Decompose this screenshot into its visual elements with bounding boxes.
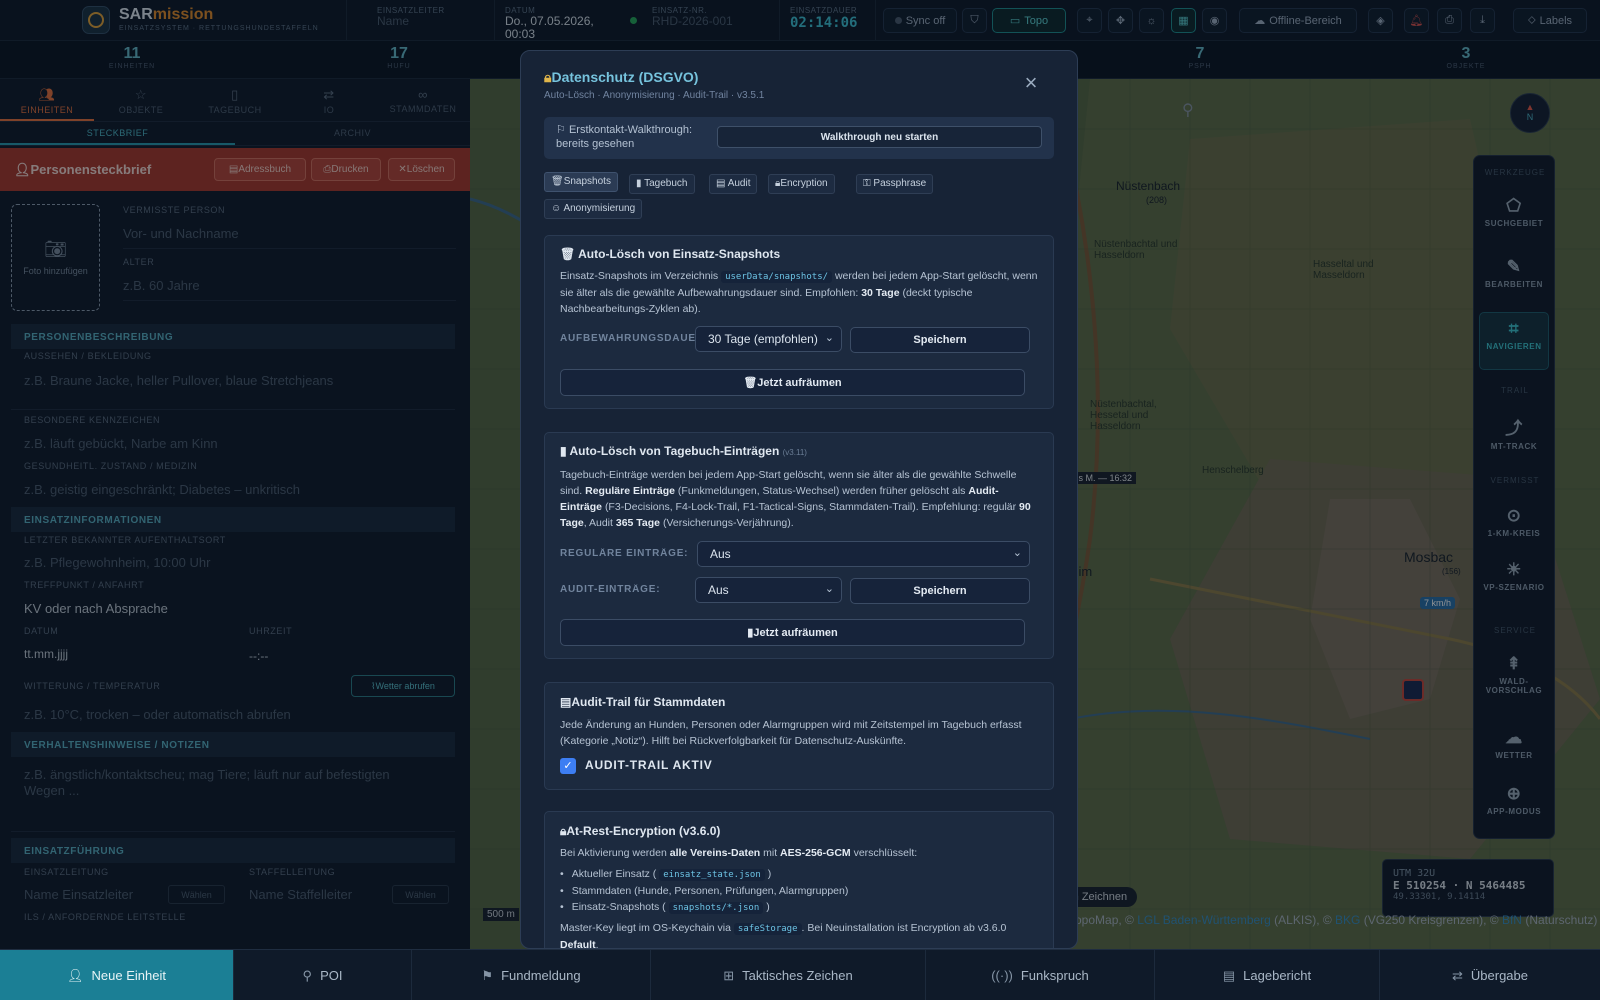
clipboard-icon: ▤ xyxy=(560,695,572,709)
field-label: AUDIT-EINTRÄGE: xyxy=(560,584,661,595)
trash-icon: 🗑︎ xyxy=(551,176,564,187)
taktisches-zeichen-button[interactable]: ⊞ Taktisches Zeichen xyxy=(651,950,926,1000)
wave-icon: ⚐ xyxy=(556,124,566,136)
chip-tagebuch[interactable]: ▮ Tagebuch xyxy=(629,174,695,194)
card-tagebuch: ▮ Auto-Lösch von Tagebuch-Einträgen (v3.… xyxy=(544,432,1054,659)
checkbox-label[interactable]: AUDIT-TRAIL AKTIV xyxy=(585,758,713,772)
bottom-action-bar: 👤︎ Neue Einheit ⚲ POI ⚑ Fundmeldung ⊞ Taktis… xyxy=(0,949,1600,1000)
flag-icon: ⚑ xyxy=(481,967,494,983)
notebook-icon: ▮ xyxy=(636,178,642,189)
document-icon: ▤ xyxy=(1222,967,1236,983)
walkthrough-restart-button[interactable]: Walkthrough neu starten xyxy=(717,126,1042,148)
add-user-icon: 👤︎ xyxy=(67,967,84,983)
audit-select[interactable]: Aus ⌄ xyxy=(695,577,842,603)
neue-einheit-button[interactable]: 👤︎ Neue Einheit xyxy=(0,950,234,1000)
chip-snapshots[interactable]: 🗑︎Snapshots xyxy=(544,172,618,192)
card-title: ▮ Auto-Lösch von Tagebuch-Einträgen (v3.… xyxy=(560,444,807,458)
cleanup-button[interactable]: ▮ Jetzt aufräumen xyxy=(560,619,1025,646)
modal-title: 🔒︎Datenschutz (DSGVO) xyxy=(544,69,699,85)
chevron-down-icon: ⌄ xyxy=(1012,547,1022,559)
pin-icon: ⚲ xyxy=(302,967,313,983)
chevron-down-icon: ⌄ xyxy=(824,583,834,595)
encryption-list: Aktueller Einsatz ( einsatz_state.json )… xyxy=(560,866,1040,916)
save-button[interactable]: Speichern xyxy=(850,578,1030,604)
card-description: Bei Aktivierung werden alle Vereins-Date… xyxy=(560,847,918,859)
chip-audit[interactable]: ▤ Audit xyxy=(709,174,758,194)
card-description: Tagebuch-Einträge werden bei jedem App-S… xyxy=(560,469,1031,529)
aufbewahrung-select[interactable]: 30 Tage (empfohlen) ⌄ xyxy=(695,326,842,352)
modal-scrollbar[interactable] xyxy=(1077,51,1078,591)
dsgvo-modal: 🔒︎Datenschutz (DSGVO) Auto-Lösch · Anony… xyxy=(520,50,1078,949)
fundmeldung-button[interactable]: ⚑ Fundmeldung xyxy=(412,950,651,1000)
list-item: Einsatz-Snapshots ( snapshots/*.json ) xyxy=(560,899,1040,916)
list-item: Aktueller Einsatz ( einsatz_state.json ) xyxy=(560,866,1040,883)
chip-anonymisierung[interactable]: ☺ Anonymisierung xyxy=(544,199,643,219)
save-button[interactable]: Speichern xyxy=(850,327,1030,353)
trash-icon: 🗑︎ xyxy=(560,247,576,261)
chip-passphrase[interactable]: ⚿ Passphrase xyxy=(856,174,934,194)
radio-icon: ((·)) xyxy=(991,968,1013,983)
cleanup-button[interactable]: 🗑︎ Jetzt aufräumen xyxy=(560,369,1025,396)
list-item: Stammdaten (Hunde, Personen, Prüfungen, … xyxy=(560,883,1040,899)
card-title: ▤Audit-Trail für Stammdaten xyxy=(560,695,726,709)
card-description: Jede Änderung an Hunden, Personen oder A… xyxy=(560,719,1022,747)
card-footnote: Master-Key liegt im OS-Keychain via safe… xyxy=(560,922,1007,949)
walkthrough-box: ⚐ Erstkontakt-Walkthrough: bereits gesehe… xyxy=(544,117,1054,159)
card-snapshots: 🗑︎ Auto-Lösch von Einsatz-Snapshots Eins… xyxy=(544,235,1054,409)
lagebericht-button[interactable]: ▤ Lagebericht xyxy=(1155,950,1380,1000)
walkthrough-status: ⚐ Erstkontakt-Walkthrough: bereits gesehe… xyxy=(556,124,693,150)
funkspruch-button[interactable]: ((·)) Funkspruch xyxy=(926,950,1155,1000)
field-label: REGULÄRE EINTRÄGE: xyxy=(560,548,689,559)
mask-icon: ☺ xyxy=(551,203,562,214)
swap-icon: ⇄ xyxy=(1451,967,1463,983)
modal-subtitle: Auto-Lösch · Anonymisierung · Audit-Trai… xyxy=(544,90,765,101)
app-root: SARmission EINSATZSYSTEM · RETTUNGSHUNDE… xyxy=(0,0,1600,1000)
regulaer-select[interactable]: Aus ⌄ xyxy=(697,541,1030,567)
notebook-icon: ▮ xyxy=(560,444,567,458)
key-icon: ⚿ xyxy=(863,178,871,189)
grid-icon: ⊞ xyxy=(723,967,735,983)
card-title: 🔒︎At-Rest-Encryption (v3.6.0) xyxy=(560,824,721,838)
clipboard-icon: ▤ xyxy=(716,178,726,189)
chip-encryption[interactable]: 🔒︎Encryption xyxy=(768,174,835,194)
card-audit-trail: ▤Audit-Trail für Stammdaten Jede Änderun… xyxy=(544,682,1054,790)
card-encryption: 🔒︎At-Rest-Encryption (v3.6.0) Bei Aktivi… xyxy=(544,811,1054,949)
trash-icon: 🗑︎ xyxy=(743,377,758,389)
audit-trail-checkbox[interactable]: ✓ xyxy=(560,758,576,774)
uebergabe-button[interactable]: ⇄ Übergabe xyxy=(1380,950,1600,1000)
card-description: Einsatz-Snapshots im Verzeichnis userDat… xyxy=(560,270,1038,315)
close-icon[interactable]: × xyxy=(1019,71,1043,95)
field-label: AUFBEWAHRUNGSDAUER: xyxy=(560,333,700,344)
card-title: 🗑︎ Auto-Lösch von Einsatz-Snapshots xyxy=(560,247,781,261)
poi-button[interactable]: ⚲ POI xyxy=(234,950,412,1000)
chevron-down-icon: ⌄ xyxy=(824,332,834,344)
